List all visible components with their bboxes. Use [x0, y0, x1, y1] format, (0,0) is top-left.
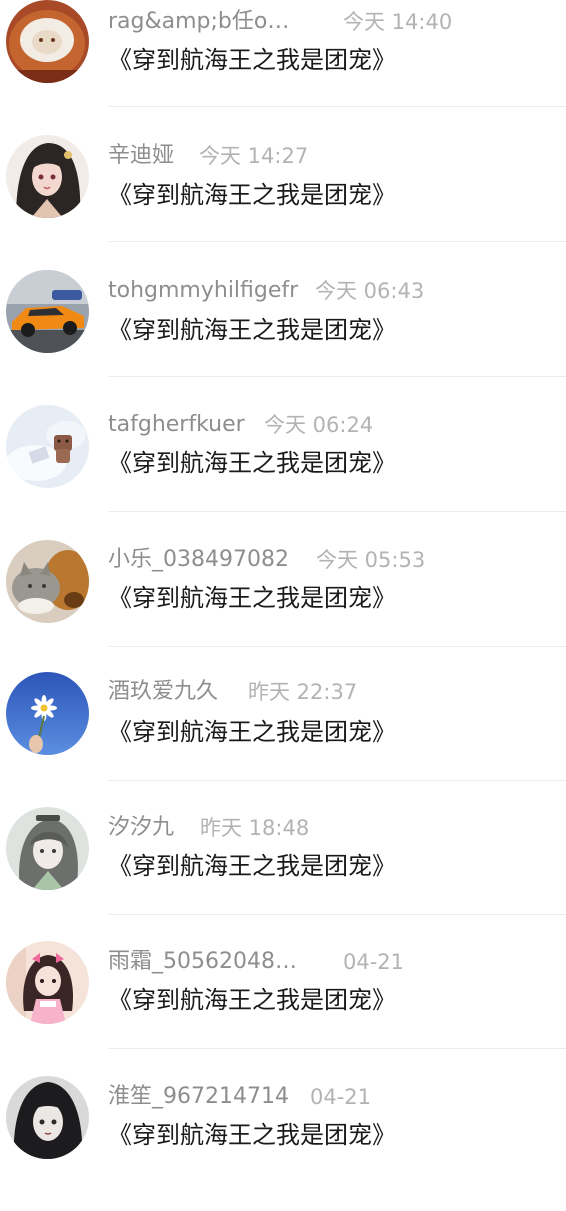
- comment-text: 《穿到航海王之我是团宠》: [108, 449, 396, 477]
- comment-item[interactable]: 雨霜_50562048… 04-21 《穿到航海王之我是团宠》: [0, 941, 566, 1076]
- dark-hair-girl-avatar[interactable]: [6, 1076, 89, 1159]
- comment-time: 昨天 18:48: [200, 816, 310, 840]
- comment-username[interactable]: rag&amp;b任o…: [108, 7, 289, 37]
- comment-time: 今天 14:40: [343, 10, 453, 34]
- divider: [108, 914, 566, 915]
- comment-username[interactable]: tafgherfkuer: [108, 410, 245, 440]
- comment-username[interactable]: 酒玖爱九久: [108, 677, 218, 707]
- teddy-bear-avatar[interactable]: [6, 405, 89, 488]
- divider: [108, 646, 566, 647]
- comment-username[interactable]: 雨霜_50562048…: [108, 947, 297, 977]
- comment-time: 今天 14:27: [199, 144, 309, 168]
- comment-username[interactable]: 辛迪娅: [108, 141, 174, 171]
- comment-text: 《穿到航海王之我是团宠》: [108, 1121, 396, 1149]
- comment-text: 《穿到航海王之我是团宠》: [108, 316, 396, 344]
- comment-text: 《穿到航海王之我是团宠》: [108, 986, 396, 1014]
- divider: [108, 511, 566, 512]
- divider: [108, 780, 566, 781]
- comment-text: 《穿到航海王之我是团宠》: [108, 181, 396, 209]
- comment-time: 今天 06:43: [315, 279, 425, 303]
- latte-art-avatar[interactable]: [6, 0, 89, 83]
- comment-item[interactable]: 酒玖爱九久 昨天 22:37 《穿到航海王之我是团宠》: [0, 672, 566, 807]
- comment-time: 今天 05:53: [316, 548, 426, 572]
- comment-text: 《穿到航海王之我是团宠》: [108, 584, 396, 612]
- comment-text: 《穿到航海王之我是团宠》: [108, 852, 396, 880]
- comment-text: 《穿到航海王之我是团宠》: [108, 46, 396, 74]
- comment-text: 《穿到航海王之我是团宠》: [108, 718, 396, 746]
- comment-time: 昨天 22:37: [248, 680, 358, 704]
- comment-item[interactable]: 辛迪娅 今天 14:27 《穿到航海王之我是团宠》: [0, 135, 566, 270]
- comment-item[interactable]: 淮笙_967214714 04-21 《穿到航海王之我是团宠》: [0, 1076, 566, 1211]
- comment-time: 04-21: [310, 1085, 372, 1109]
- comment-item[interactable]: 小乐_038497082 今天 05:53 《穿到航海王之我是团宠》: [0, 540, 566, 675]
- comment-item[interactable]: tafgherfkuer 今天 06:24 《穿到航海王之我是团宠》: [0, 405, 566, 540]
- divider: [108, 106, 566, 107]
- comment-time: 04-21: [343, 950, 405, 974]
- divider: [108, 1048, 566, 1049]
- comment-username[interactable]: tohgmmyhilfigefr: [108, 276, 298, 306]
- comment-username[interactable]: 淮笙_967214714: [108, 1082, 289, 1112]
- comment-list: rag&amp;b任o… 今天 14:40 《穿到航海王之我是团宠》 辛迪娅 今…: [0, 0, 566, 1174]
- pink-doll-avatar[interactable]: [6, 941, 89, 1024]
- comment-item[interactable]: rag&amp;b任o… 今天 14:40 《穿到航海王之我是团宠》: [0, 0, 566, 135]
- comment-item[interactable]: tohgmmyhilfigefr 今天 06:43 《穿到航海王之我是团宠》: [0, 270, 566, 405]
- comment-item[interactable]: 汐汐九 昨天 18:48 《穿到航海王之我是团宠》: [0, 807, 566, 942]
- comment-username[interactable]: 汐汐九: [108, 813, 174, 843]
- comment-username[interactable]: 小乐_038497082: [108, 545, 289, 575]
- anime-girl-avatar[interactable]: [6, 135, 89, 218]
- daisy-sky-avatar[interactable]: [6, 672, 89, 755]
- sports-car-avatar[interactable]: [6, 270, 89, 353]
- comment-time: 今天 06:24: [264, 413, 374, 437]
- anime-sketch-avatar[interactable]: [6, 807, 89, 890]
- divider: [108, 376, 566, 377]
- cat-dog-avatar[interactable]: [6, 540, 89, 623]
- divider: [108, 241, 566, 242]
